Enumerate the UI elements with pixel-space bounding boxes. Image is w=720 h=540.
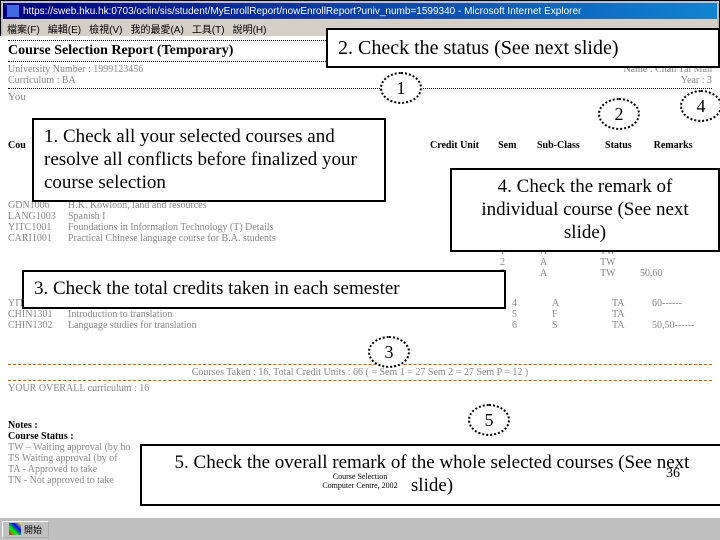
hdr-credit: Credit Unit xyxy=(430,140,498,151)
overall-line: YOUR OVERALL curriculum : 16 xyxy=(8,383,712,394)
menu-edit[interactable]: 編輯(E) xyxy=(48,21,81,36)
cs-ts: TS Waiting approval (by of xyxy=(8,453,130,464)
ie-icon xyxy=(7,5,19,17)
menu-view[interactable]: 檢視(V) xyxy=(89,21,122,36)
cs-tw: TW – Waiting approval (by ho xyxy=(8,442,130,453)
bubble-1: 1 xyxy=(380,72,422,104)
hdr-status: Status xyxy=(605,140,654,151)
cs-tn: TN - Not approved to take xyxy=(8,475,130,486)
slide-number: 36 xyxy=(666,466,680,482)
year: Year : 3 xyxy=(681,75,712,86)
notes-title: Notes : xyxy=(8,420,130,431)
bubble-5: 5 xyxy=(468,404,510,436)
callout-1: 1. Check all your selected courses and r… xyxy=(32,118,386,202)
callout-3: 3. Check the total credits taken in each… xyxy=(22,270,506,309)
summary-line: Courses Taken : 16, Total Credit Units :… xyxy=(8,367,712,378)
bubble-4: 4 xyxy=(680,90,720,122)
callout-5: 5. Check the overall remark of the whole… xyxy=(140,444,720,506)
bubble-2: 2 xyxy=(598,98,640,130)
hdr-sem: Sem xyxy=(498,140,537,151)
notes-area: Notes : Course Status : TW – Waiting app… xyxy=(8,420,130,486)
windows-icon xyxy=(9,523,21,535)
browser-titlebar: https://sweb.hku.hk:0703/oclin/sis/stude… xyxy=(3,3,717,19)
start-button[interactable]: 開始 xyxy=(2,521,49,538)
table-headers-right: Credit Unit Sem Sub-Class Status Remarks xyxy=(430,140,712,151)
course-status-title: Course Status : xyxy=(8,431,130,442)
univ-number: University Number : 1999123456 xyxy=(8,64,143,75)
curriculum: Curriculum : BA xyxy=(8,75,76,86)
callout-2: 2. Check the status (See next slide) xyxy=(326,28,720,68)
menu-help[interactable]: 說明(H) xyxy=(233,21,267,36)
summary-area: Courses Taken : 16, Total Credit Units :… xyxy=(8,362,712,394)
menu-tools[interactable]: 工具(T) xyxy=(192,21,225,36)
hdr-subclass: Sub-Class xyxy=(537,140,605,151)
hdr-remarks: Remarks xyxy=(654,140,712,151)
titlebar-text: https://sweb.hku.hk:0703/oclin/sis/stude… xyxy=(23,6,581,17)
report-title: Course Selection Report (Temporary) xyxy=(8,43,233,59)
menu-fav[interactable]: 我的最愛(A) xyxy=(130,21,183,36)
cs-ta: TA - Approved to take xyxy=(8,464,130,475)
footer-course-sel: Course Selection Computer Centre, 2002 xyxy=(290,472,430,490)
windows-taskbar[interactable]: 開始 xyxy=(0,517,720,540)
menu-file[interactable]: 檔案(F) xyxy=(7,21,40,36)
hdr-code: Cou xyxy=(8,140,26,151)
callout-4: 4. Check the remark of individual course… xyxy=(450,168,720,252)
bubble-3: 3 xyxy=(368,336,410,368)
